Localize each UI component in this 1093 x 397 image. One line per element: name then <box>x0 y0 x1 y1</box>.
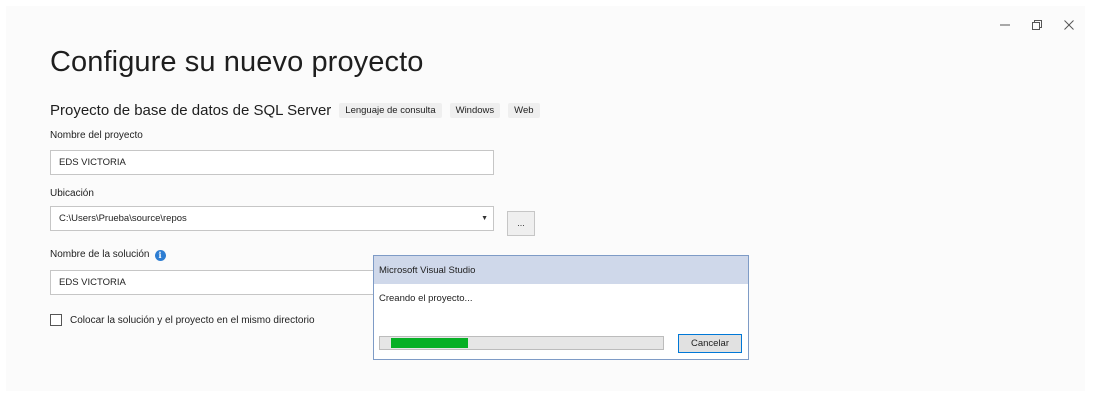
dialog-title: Microsoft Visual Studio <box>374 256 748 284</box>
dialog-message: Creando el proyecto... <box>379 293 473 304</box>
restore-icon[interactable] <box>1021 12 1053 38</box>
chevron-down-icon[interactable]: ▼ <box>481 207 488 230</box>
project-type-row: Proyecto de base de datos de SQL Server … <box>50 102 540 119</box>
project-type-label: Proyecto de base de datos de SQL Server <box>50 102 332 119</box>
browse-button[interactable]: ... <box>507 211 535 236</box>
configure-project-page: Configure su nuevo proyecto Proyecto de … <box>6 6 1085 391</box>
location-combobox[interactable]: C:\Users\Prueba\source\repos ▼ <box>50 206 494 231</box>
project-name-field[interactable]: EDS VICTORIA <box>50 150 494 175</box>
window-controls <box>989 12 1085 38</box>
project-name-label: Nombre del proyecto <box>50 130 143 141</box>
solution-name-label: Nombre de la solución <box>50 249 150 260</box>
same-directory-label: Colocar la solución y el proyecto en el … <box>70 314 315 326</box>
minimize-icon[interactable] <box>989 12 1021 38</box>
cancel-button[interactable]: Cancelar <box>678 334 742 353</box>
progress-dialog: Microsoft Visual Studio Creando el proye… <box>373 255 749 360</box>
close-icon[interactable] <box>1053 12 1085 38</box>
tag-query-language: Lenguaje de consulta <box>339 103 442 118</box>
same-directory-option[interactable]: Colocar la solución y el proyecto en el … <box>50 314 315 326</box>
solution-name-label-row: Nombre de la solución i <box>50 249 166 261</box>
tag-web: Web <box>508 103 540 118</box>
same-directory-checkbox[interactable] <box>50 314 62 326</box>
page-title: Configure su nuevo proyecto <box>50 46 424 78</box>
location-label: Ubicación <box>50 188 94 199</box>
info-icon[interactable]: i <box>154 249 166 261</box>
progress-fill <box>391 338 468 348</box>
location-value: C:\Users\Prueba\source\repos <box>59 213 187 224</box>
tag-windows: Windows <box>449 103 501 118</box>
progress-bar <box>379 336 664 350</box>
